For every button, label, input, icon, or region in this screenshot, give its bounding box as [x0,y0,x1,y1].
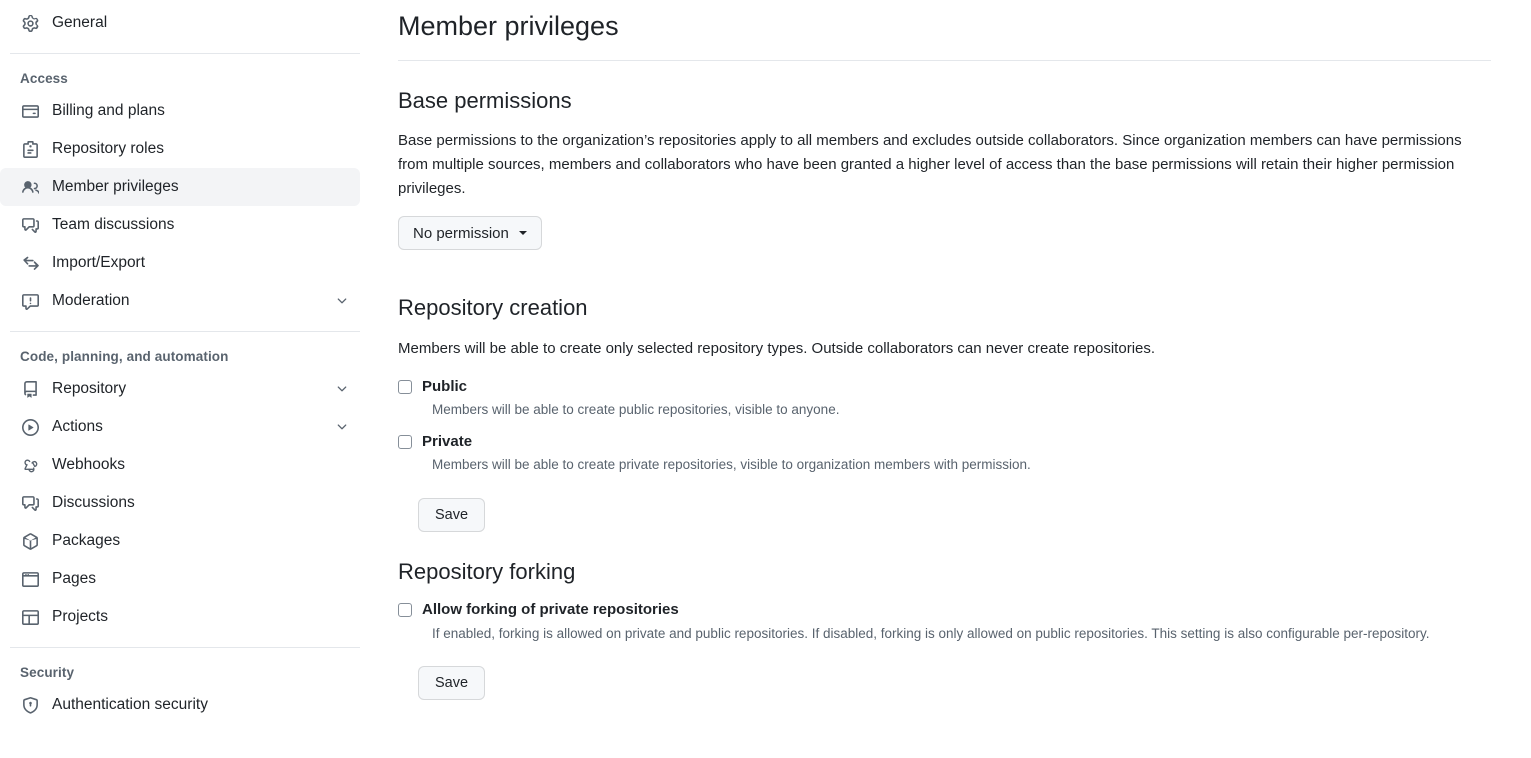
people-icon [20,177,40,197]
sidebar-group-security: Authentication security [0,686,390,724]
private-checkbox[interactable] [398,435,412,449]
allow-forking-label: Allow forking of private repositories [422,600,679,620]
package-icon [20,531,40,551]
repository-creation-heading: Repository creation [398,294,1491,323]
repository-creation-save-button[interactable]: Save [418,498,485,532]
sidebar-item-label: Billing and plans [52,102,350,120]
sidebar-group-access: Billing and plans Repository roles Membe… [0,92,390,320]
sidebar-item-actions[interactable]: Actions [0,408,360,446]
sidebar-item-label: Webhooks [52,456,350,474]
sidebar-item-label: Pages [52,570,350,588]
page-title: Member privileges [398,0,1491,60]
sidebar-item-label: Repository roles [52,140,350,158]
chevron-down-icon[interactable] [334,381,350,397]
repository-forking-heading: Repository forking [398,558,1491,587]
sidebar-item-billing-and-plans[interactable]: Billing and plans [0,92,360,130]
sidebar-item-repository[interactable]: Repository [0,370,360,408]
sidebar-item-label: Actions [52,418,334,436]
arrow-switch-icon [20,253,40,273]
sidebar-group-title-access: Access [0,65,390,92]
chevron-down-icon[interactable] [334,293,350,309]
sidebar-item-moderation[interactable]: Moderation [0,282,360,320]
repository-creation-section: Repository creation Members will be able… [398,294,1491,531]
public-checkbox-label: Public [422,377,467,397]
base-permissions-description: Base permissions to the organization’s r… [398,129,1491,200]
repository-creation-private-row[interactable]: Private [398,432,1491,452]
report-icon [20,291,40,311]
comment-discussion-icon [20,493,40,513]
allow-forking-row[interactable]: Allow forking of private repositories [398,600,1491,620]
shield-lock-icon [20,695,40,715]
sidebar-item-label: Moderation [52,292,334,310]
gear-icon [20,13,40,33]
sidebar-item-general[interactable]: General [0,4,360,42]
allow-forking-checkbox[interactable] [398,603,412,617]
private-checkbox-description: Members will be able to create private r… [432,455,1491,475]
title-divider [398,60,1491,61]
sidebar-item-label: Repository [52,380,334,398]
sidebar-divider [10,331,360,332]
sidebar-item-repository-roles[interactable]: Repository roles [0,130,360,168]
sidebar-item-label: Import/Export [52,254,350,272]
main-content: Member privileges Base permissions Base … [390,0,1531,758]
sidebar-item-team-discussions[interactable]: Team discussions [0,206,360,244]
sidebar-item-member-privileges[interactable]: Member privileges [0,168,360,206]
settings-page: General Access Billing and plans Reposit… [0,0,1531,758]
repository-forking-section: Repository forking Allow forking of priv… [398,558,1491,700]
repository-creation-description: Members will be able to create only sele… [398,337,1491,361]
table-icon [20,607,40,627]
comment-discussion-icon [20,215,40,235]
sidebar-item-packages[interactable]: Packages [0,522,360,560]
sidebar-group-code: Repository Actions Webhooks [0,370,390,636]
repository-forking-save-button[interactable]: Save [418,666,485,700]
allow-forking-description: If enabled, forking is allowed on privat… [432,624,1491,644]
sidebar-item-label: Team discussions [52,216,350,234]
sidebar-top-list: General [0,4,390,42]
sidebar-item-label: General [52,14,350,32]
base-permission-dropdown[interactable]: No permission [398,216,542,250]
sidebar-item-import-export[interactable]: Import/Export [0,244,360,282]
settings-sidebar: General Access Billing and plans Reposit… [0,0,390,758]
credit-card-icon [20,101,40,121]
sidebar-item-label: Discussions [52,494,350,512]
sidebar-item-label: Member privileges [52,178,350,196]
sidebar-divider [10,647,360,648]
private-checkbox-label: Private [422,432,472,452]
public-checkbox-description: Members will be able to create public re… [432,400,1491,420]
repo-icon [20,379,40,399]
sidebar-item-authentication-security[interactable]: Authentication security [0,686,360,724]
sidebar-divider [10,53,360,54]
base-permissions-heading: Base permissions [398,87,1491,116]
sidebar-group-title-security: Security [0,659,390,686]
play-icon [20,417,40,437]
webhook-icon [20,455,40,475]
public-checkbox[interactable] [398,380,412,394]
sidebar-item-label: Packages [52,532,350,550]
id-badge-icon [20,139,40,159]
repository-creation-public-row[interactable]: Public [398,377,1491,397]
sidebar-item-webhooks[interactable]: Webhooks [0,446,360,484]
base-permissions-section: Base permissions Base permissions to the… [398,87,1491,251]
browser-icon [20,569,40,589]
sidebar-item-label: Projects [52,608,350,626]
chevron-down-icon [519,231,527,235]
sidebar-item-label: Authentication security [52,696,350,714]
sidebar-item-pages[interactable]: Pages [0,560,360,598]
chevron-down-icon[interactable] [334,419,350,435]
base-permission-value: No permission [413,225,509,242]
sidebar-item-projects[interactable]: Projects [0,598,360,636]
sidebar-item-discussions[interactable]: Discussions [0,484,360,522]
sidebar-group-title-code: Code, planning, and automation [0,343,390,370]
